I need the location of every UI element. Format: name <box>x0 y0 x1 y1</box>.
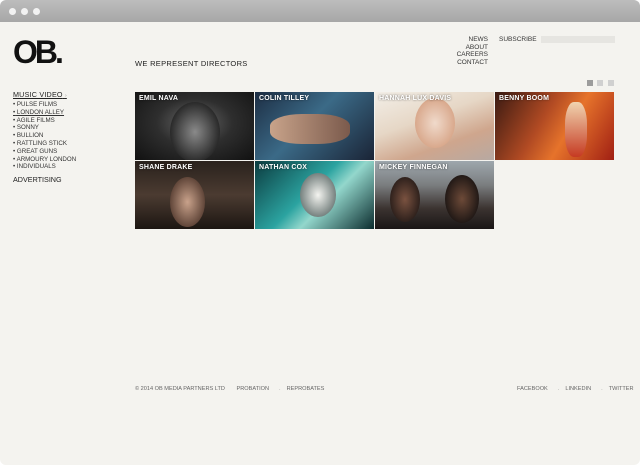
bullet: • <box>13 147 16 155</box>
company-label: LONDON ALLEY <box>16 108 65 116</box>
director-name: HANNAH LUX DAVIS <box>379 95 452 102</box>
category-advertising[interactable]: ADVERTISING <box>13 175 76 184</box>
company-agile-films[interactable]: • AGILE FILMS <box>13 117 76 125</box>
company-label: BULLION <box>16 132 44 140</box>
subscribe-input[interactable] <box>541 36 615 43</box>
thumbnail-image <box>565 102 587 157</box>
company-rattling-stick[interactable]: • RATTLING STICK <box>13 140 76 148</box>
bullet: • <box>13 163 16 171</box>
company-pulse-films[interactable]: • PULSE FILMS <box>13 101 76 109</box>
nav-news[interactable]: NEWS <box>440 36 489 44</box>
bullet: • <box>13 132 16 140</box>
bullet: • <box>13 124 16 132</box>
company-sonny[interactable]: • SONNY <box>13 124 76 132</box>
company-label: INDIVIDUALS <box>16 163 56 171</box>
footer-separator: . <box>601 386 603 392</box>
bullet: • <box>13 139 16 147</box>
subscribe-label[interactable]: SUBSCRIBE <box>499 36 537 43</box>
company-bullion[interactable]: • BULLION <box>13 132 76 140</box>
logo-text: OB. <box>13 35 62 69</box>
sidebar: MUSIC VIDEO › • PULSE FILMS • LONDON ALL… <box>13 90 76 184</box>
nav-careers[interactable]: CAREERS <box>440 51 488 59</box>
bullet: • <box>13 101 16 108</box>
director-name: SHANE DRAKE <box>139 164 193 171</box>
thumbnail-image <box>170 102 220 160</box>
footer-right: FACEBOOK. LINKEDIN. TWITTER <box>517 386 640 392</box>
footer-link-twitter[interactable]: TWITTER <box>609 386 634 392</box>
grid-large-view-icon[interactable] <box>587 80 593 86</box>
window-close-dot[interactable] <box>9 8 16 15</box>
company-great-guns[interactable]: • GREAT GUNS <box>13 148 76 156</box>
category-music-video[interactable]: MUSIC VIDEO › <box>13 90 76 99</box>
grid-medium-view-icon[interactable] <box>597 80 603 86</box>
grid-small-view-icon[interactable] <box>608 80 614 86</box>
company-individuals[interactable]: • INDIVIDUALS <box>13 163 76 171</box>
company-armoury-london[interactable]: • ARMOURY LONDON <box>13 156 76 164</box>
company-label: ARMOURY LONDON <box>16 155 77 163</box>
thumbnail-image <box>300 173 336 217</box>
director-tile-mickey-finnegan[interactable]: MICKEY FINNEGAN <box>375 161 494 229</box>
director-name: COLIN TILLEY <box>259 95 310 102</box>
director-name: MICKEY FINNEGAN <box>379 164 448 171</box>
company-london-alley[interactable]: • LONDON ALLEY <box>13 109 76 117</box>
director-name: EMIL NAVA <box>139 95 179 102</box>
director-tile-benny-boom[interactable]: BENNY BOOM <box>495 92 614 160</box>
copyright-text: © 2014 OB MEDIA PARTNERS LTD <box>135 386 225 392</box>
company-label: RATTLING STICK <box>16 139 67 147</box>
company-label: SONNY <box>16 124 39 132</box>
browser-titlebar <box>0 0 640 22</box>
footer-left: © 2014 OB MEDIA PARTNERS LTD PROBATION. R… <box>135 386 334 392</box>
tagline: WE REPRESENT DIRECTORS <box>135 59 248 68</box>
director-tile-colin-tilley[interactable]: COLIN TILLEY <box>255 92 374 160</box>
bullet: • <box>13 116 16 124</box>
director-tile-shane-drake[interactable]: SHANE DRAKE <box>135 161 254 229</box>
footer-link-probation[interactable]: PROBATION <box>236 386 269 392</box>
footer-link-reprobates[interactable]: REPROBATES <box>287 386 325 392</box>
footer-link-facebook[interactable]: FACEBOOK <box>517 386 548 392</box>
company-label: AGILE FILMS <box>16 116 55 124</box>
nav-contact[interactable]: CONTACT <box>440 59 488 67</box>
category-label: MUSIC VIDEO <box>13 90 63 99</box>
chevron-right-icon: › <box>64 93 67 99</box>
ob-logo[interactable]: OB. <box>13 35 71 69</box>
nav-about[interactable]: ABOUT <box>440 44 488 52</box>
thumbnail-image <box>445 175 479 223</box>
footer-separator: . <box>557 386 560 392</box>
thumbnail-image <box>390 177 420 222</box>
bullet: • <box>13 155 16 163</box>
top-nav: NEWS ABOUT CAREERS CONTACT <box>440 36 488 67</box>
footer-separator: . <box>279 386 281 392</box>
director-tile-nathan-cox[interactable]: NATHAN COX <box>255 161 374 229</box>
director-name: NATHAN COX <box>259 164 308 171</box>
thumbnail-image <box>270 114 350 144</box>
company-list: • PULSE FILMS • LONDON ALLEY • AGILE FIL… <box>13 101 76 171</box>
window-minimize-dot[interactable] <box>21 8 28 15</box>
company-label: GREAT GUNS <box>16 147 58 155</box>
page: OB. WE REPRESENT DIRECTORS NEWS ABOUT CA… <box>0 22 640 465</box>
thumbnail-image <box>170 177 205 227</box>
company-label: PULSE FILMS <box>16 101 58 108</box>
director-tile-hannah-lux-davis[interactable]: HANNAH LUX DAVIS <box>375 92 494 160</box>
thumbnail-image <box>415 98 455 148</box>
bullet: • <box>13 108 16 116</box>
director-name: BENNY BOOM <box>499 95 550 102</box>
window-maximize-dot[interactable] <box>33 8 40 15</box>
footer-link-linkedin[interactable]: LINKEDIN <box>565 386 591 392</box>
director-tile-emil-nava[interactable]: EMIL NAVA <box>135 92 254 160</box>
